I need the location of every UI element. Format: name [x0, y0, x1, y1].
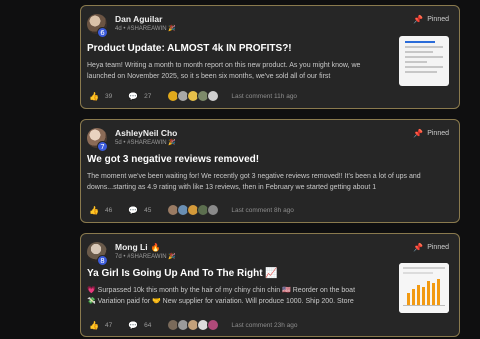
comment-icon[interactable]: 💬	[128, 206, 138, 215]
level-badge: 6	[97, 27, 108, 38]
post-meta: 7d • #SHAREAWIN 🎉	[115, 254, 176, 260]
avatar[interactable]: 8	[87, 242, 108, 266]
avatar[interactable]: 6	[87, 14, 108, 38]
post-body-line: 💗 Surpassed 10k this month by the hair o…	[87, 287, 356, 294]
author-name[interactable]: AshleyNeil Cho	[115, 128, 177, 139]
last-comment-time: Last comment 11h ago	[231, 92, 298, 100]
author-name-text: Mong Li	[115, 242, 148, 252]
post-feed: 6 Dan Aguilar 4d • #SHAREAWIN 🎉 📌 Pinned…	[80, 0, 460, 339]
commenter-avatar	[207, 319, 220, 331]
bar-chart-thumbnail	[399, 263, 449, 313]
pinned-label: Pinned	[427, 16, 449, 23]
thumbs-up-icon[interactable]: 👍	[89, 206, 99, 215]
post-card[interactable]: 6 Dan Aguilar 4d • #SHAREAWIN 🎉 📌 Pinned…	[80, 5, 460, 109]
level-badge: 8	[97, 255, 108, 266]
comment-icon[interactable]: 💬	[128, 321, 138, 330]
level-badge: 7	[97, 141, 108, 152]
post-header: 6 Dan Aguilar 4d • #SHAREAWIN 🎉	[87, 12, 176, 38]
like-count: 47	[104, 321, 113, 329]
post-body-line: 💸 Variation paid for 🤝 New supplier for …	[87, 298, 354, 305]
commenter-avatar	[207, 204, 220, 216]
like-count: 39	[104, 92, 113, 100]
post-meta: 5d • #SHAREAWIN 🎉	[115, 140, 176, 146]
post-footer: 👍 47 💬 64 Last comment 23h ago	[89, 318, 298, 332]
post-body: The moment we've been waiting for! We re…	[87, 173, 421, 191]
post-title[interactable]: We got 3 negative reviews removed!	[87, 154, 259, 165]
avatar[interactable]: 7	[87, 128, 108, 152]
post-header: 7 AshleyNeil Cho 5d • #SHAREAWIN 🎉	[87, 126, 177, 152]
post-body: Heya team! Writing a month to month repo…	[87, 62, 361, 80]
pinned-indicator: 📌 Pinned	[413, 129, 449, 138]
commenter-avatars[interactable]	[167, 90, 220, 102]
post-header: 8 Mong Li 🔥 7d • #SHAREAWIN 🎉	[87, 240, 176, 266]
post-footer: 👍 39 💬 27 Last comment 11h ago	[89, 89, 297, 103]
pin-icon: 📌	[413, 243, 424, 252]
post-title[interactable]: Ya Girl Is Going Up And To The Right 📈	[87, 268, 278, 279]
author-name[interactable]: Dan Aguilar	[115, 14, 176, 25]
author-name[interactable]: Mong Li 🔥	[115, 242, 176, 253]
comment-icon[interactable]: 💬	[128, 92, 138, 101]
commenter-avatars[interactable]	[167, 204, 220, 216]
post-card[interactable]: 8 Mong Li 🔥 7d • #SHAREAWIN 🎉 📌 Pinned Ya…	[80, 233, 460, 337]
like-count: 46	[104, 206, 113, 214]
pin-icon: 📌	[413, 15, 424, 24]
last-comment-time: Last comment 8h ago	[231, 206, 294, 214]
pinned-label: Pinned	[427, 130, 449, 137]
post-card[interactable]: 7 AshleyNeil Cho 5d • #SHAREAWIN 🎉 📌 Pin…	[80, 119, 460, 223]
thumbs-up-icon[interactable]: 👍	[89, 92, 99, 101]
post-body: 💗 Surpassed 10k this month by the hair o…	[87, 285, 387, 307]
post-thumbnail[interactable]	[399, 263, 449, 313]
commenter-avatars[interactable]	[167, 319, 220, 331]
pinned-indicator: 📌 Pinned	[413, 243, 449, 252]
commenter-avatar	[207, 90, 220, 102]
pin-icon: 📌	[413, 129, 424, 138]
pinned-indicator: 📌 Pinned	[413, 15, 449, 24]
comment-count: 45	[144, 206, 152, 214]
last-comment-time: Last comment 23h ago	[231, 321, 298, 329]
pinned-label: Pinned	[427, 244, 449, 251]
post-footer: 👍 46 💬 45 Last comment 8h ago	[89, 203, 294, 217]
comment-count: 27	[144, 92, 152, 100]
comment-count: 64	[144, 321, 152, 329]
scrollbar[interactable]	[474, 0, 480, 339]
thumbs-up-icon[interactable]: 👍	[89, 321, 99, 330]
fire-icon: 🔥	[150, 243, 161, 252]
post-thumbnail[interactable]	[399, 36, 449, 86]
post-title[interactable]: Product Update: ALMOST 4k IN PROFITS?!	[87, 43, 292, 54]
post-meta: 4d • #SHAREAWIN 🎉	[115, 26, 176, 32]
